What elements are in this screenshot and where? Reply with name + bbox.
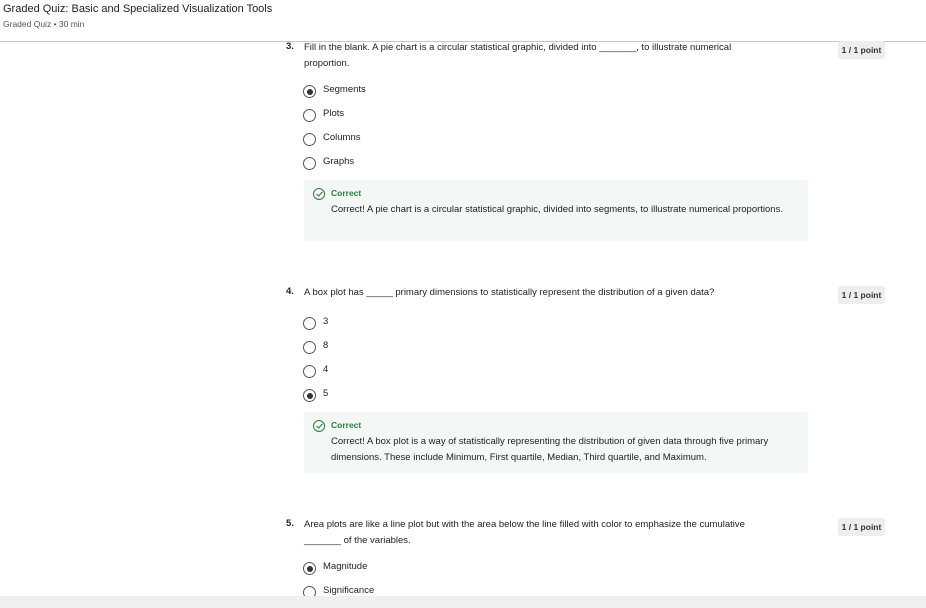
option-label[interactable]: Segments: [323, 84, 366, 95]
option-label[interactable]: Columns: [323, 132, 361, 143]
feedback-status: Correct: [331, 420, 362, 430]
option-label[interactable]: Graphs: [323, 156, 354, 167]
feedback-explanation: Correct! A box plot is a way of statisti…: [331, 436, 769, 463]
feedback-status: Correct: [331, 188, 362, 198]
quiz-subtitle: Graded Quiz • 30 min: [3, 19, 85, 29]
quiz-title: Graded Quiz: Basic and Specialized Visua…: [3, 3, 273, 15]
question-number: 3.: [286, 41, 294, 52]
option-label[interactable]: Magnitude: [323, 561, 367, 572]
option-label[interactable]: 3: [323, 316, 328, 327]
feedback-explanation: Correct! A pie chart is a circular stati…: [331, 204, 783, 215]
points-badge: 1 / 1 point: [838, 41, 885, 59]
radio-unselected[interactable]: [303, 317, 316, 330]
question-number: 4.: [286, 286, 294, 297]
option-label[interactable]: 5: [323, 388, 328, 399]
question-prompt: Area plots are like a line plot but with…: [304, 519, 745, 546]
radio-unselected[interactable]: [303, 365, 316, 378]
radio-unselected[interactable]: [303, 341, 316, 354]
option-label[interactable]: 8: [323, 340, 328, 351]
quiz-header: Graded Quiz: Basic and Specialized Visua…: [0, 0, 926, 42]
question-prompt: Fill in the blank. A pie chart is a circ…: [304, 42, 732, 69]
option-label[interactable]: Significance: [323, 585, 374, 596]
check-circle-icon: [313, 420, 325, 432]
radio-unselected[interactable]: [303, 133, 316, 146]
radio-selected[interactable]: [303, 389, 316, 402]
check-circle-icon: [313, 188, 325, 200]
radio-unselected[interactable]: [303, 157, 316, 170]
question-number: 5.: [286, 518, 294, 529]
points-badge: 1 / 1 point: [838, 286, 885, 304]
feedback-box: Correct Correct! A box plot is a way of …: [304, 412, 808, 473]
points-badge: 1 / 1 point: [838, 518, 885, 536]
question-prompt: A box plot has _____ primary dimensions …: [304, 287, 715, 298]
feedback-box: Correct Correct! A pie chart is a circul…: [304, 180, 808, 241]
option-label[interactable]: Plots: [323, 108, 344, 119]
bottom-bar: [0, 596, 926, 608]
radio-selected[interactable]: [303, 562, 316, 575]
radio-selected[interactable]: [303, 85, 316, 98]
option-label[interactable]: 4: [323, 364, 328, 375]
radio-unselected[interactable]: [303, 109, 316, 122]
